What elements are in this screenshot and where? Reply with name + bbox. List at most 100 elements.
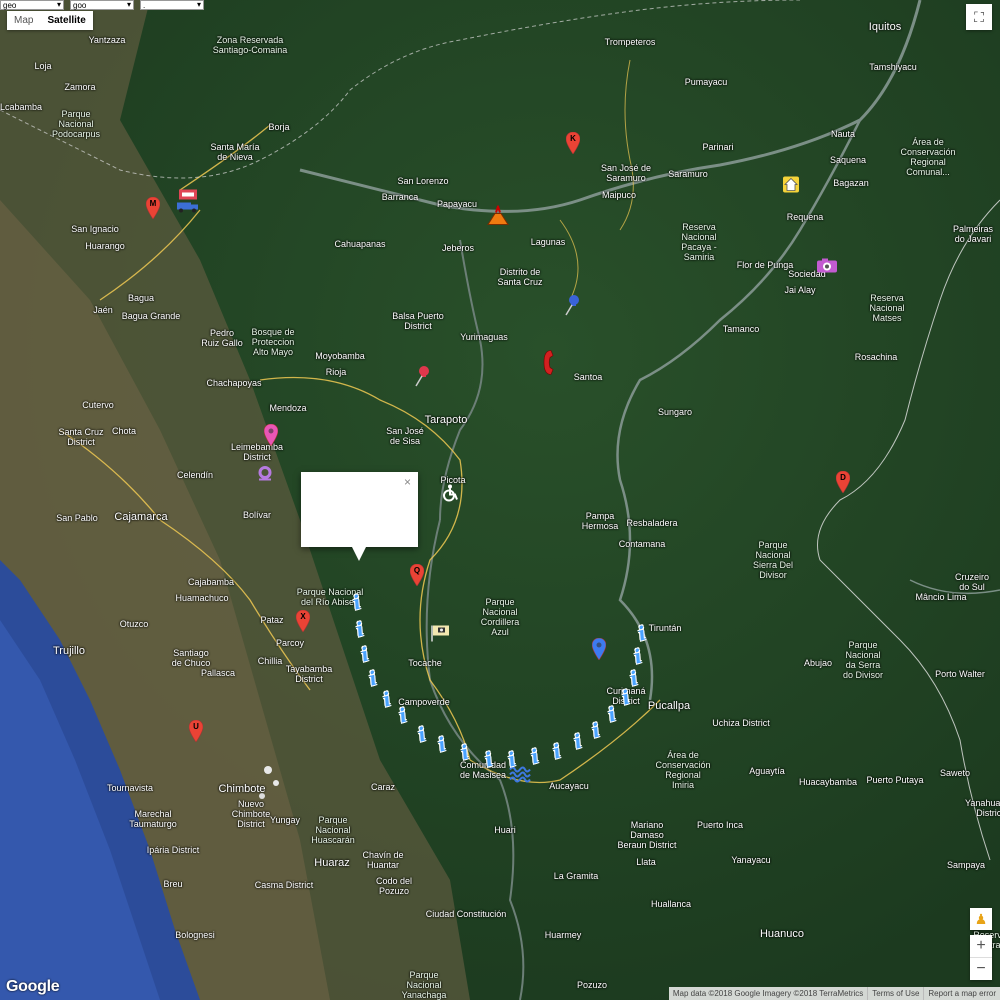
map-pin-marker[interactable]: U bbox=[188, 719, 204, 747]
place-label: Parque Nacional Yanachaga Chemillen bbox=[401, 970, 447, 1000]
info-window: × bbox=[301, 472, 418, 561]
camera-icon[interactable] bbox=[816, 258, 838, 279]
map-type-map-button[interactable]: Map bbox=[7, 11, 40, 30]
wheelchair-icon[interactable] bbox=[441, 484, 459, 507]
place-label: Jeberos bbox=[441, 243, 475, 253]
map-type-satellite-button[interactable]: Satellite bbox=[40, 11, 92, 30]
map-data-attribution: Map data ©2018 Google Imagery ©2018 Terr… bbox=[672, 989, 864, 998]
place-label: Área de Conservación Regional Imiria bbox=[655, 750, 711, 790]
marker-letter: D bbox=[840, 473, 846, 482]
place-label: Cutervo bbox=[82, 400, 114, 410]
place-label: Breu bbox=[163, 879, 183, 889]
place-label: Área de Conservación Regional Comunal... bbox=[900, 137, 956, 177]
place-label: Yungay bbox=[269, 815, 301, 825]
place-label: Pataz bbox=[260, 615, 284, 625]
place-label: Papayacu bbox=[436, 199, 478, 209]
map-pin-marker[interactable]: X bbox=[295, 609, 311, 637]
place-label: Bolognesi bbox=[175, 930, 215, 940]
place-label: Porto Walter bbox=[935, 669, 985, 679]
map-pin-marker[interactable] bbox=[591, 637, 607, 665]
place-label: Rioja bbox=[325, 367, 347, 377]
google-logo: Google bbox=[6, 978, 60, 995]
place-label: Tamanco bbox=[722, 324, 760, 334]
fullscreen-button[interactable]: ⛶ bbox=[966, 4, 992, 30]
place-label: Cahuapanas bbox=[334, 239, 386, 249]
volcano-icon[interactable] bbox=[486, 203, 510, 231]
select-goo[interactable]: goo bbox=[70, 0, 134, 10]
place-label: Pumayacu bbox=[684, 77, 728, 87]
place-label: Reserva Nacional Pacaya - Samiria bbox=[681, 222, 717, 262]
place-label: Sampaya bbox=[946, 860, 986, 870]
place-label: Jai Alay bbox=[784, 285, 816, 295]
street-view-button[interactable]: ♟ bbox=[970, 908, 992, 930]
place-label: Puerto Inca bbox=[696, 820, 744, 830]
map-canvas[interactable]: Yantzaza Loja Zamora Lcabamba Parque Naciona… bbox=[0, 0, 1000, 1000]
place-label: Saramuro bbox=[668, 169, 708, 179]
place-label: Santiago de Chuco bbox=[171, 648, 211, 668]
place-label: Resbaladera bbox=[626, 518, 678, 528]
place-label: Santa Cruz District bbox=[58, 427, 104, 447]
pushpin-marker[interactable] bbox=[563, 294, 581, 321]
map-pin-marker[interactable]: M bbox=[145, 196, 161, 224]
place-label: Casma District bbox=[254, 880, 314, 890]
photo-flag-icon[interactable] bbox=[430, 625, 452, 648]
truck-icon[interactable] bbox=[176, 188, 200, 219]
place-label: Huarango bbox=[85, 241, 125, 251]
marker-letter: Q bbox=[413, 566, 421, 575]
place-label: Otuzco bbox=[119, 619, 149, 629]
marker-letter: U bbox=[193, 722, 199, 731]
place-label: Saquena bbox=[829, 155, 867, 165]
place-label: Borja bbox=[268, 122, 290, 132]
place-label: Pedro Ruiz Gallo bbox=[201, 328, 243, 348]
info-window-close-button[interactable]: × bbox=[404, 475, 411, 489]
place-label: Nuevo Chimbote District bbox=[231, 799, 271, 829]
place-label: Abujao bbox=[803, 658, 833, 668]
place-label: Puerto Putaya bbox=[866, 775, 924, 785]
place-label: Ciudad Constitución bbox=[425, 909, 507, 919]
pushpin-marker[interactable] bbox=[413, 365, 431, 392]
place-label: Tayabamba District bbox=[285, 664, 333, 684]
place-label: Huaraz bbox=[314, 857, 350, 869]
place-label: Celendín bbox=[176, 470, 214, 480]
terms-of-use-link[interactable]: Terms of Use bbox=[867, 987, 923, 1000]
place-label: San José de Sisa bbox=[386, 426, 424, 446]
home-icon[interactable] bbox=[782, 176, 800, 199]
place-label: Saweto bbox=[939, 768, 971, 778]
place-label: Pampa Hermosa bbox=[581, 511, 619, 531]
place-label: Codo del Pozuzo bbox=[375, 876, 413, 896]
select-dot[interactable]: . bbox=[140, 0, 204, 10]
place-label: Moyobamba bbox=[315, 351, 365, 361]
place-label: Chota bbox=[111, 426, 137, 436]
place-label: Balsa Puerto District bbox=[392, 311, 444, 331]
select-geo[interactable]: geo bbox=[0, 0, 64, 10]
place-label: Jaén bbox=[93, 305, 113, 315]
place-label: Tarapoto bbox=[424, 414, 468, 426]
place-label: Chavín de Huantar bbox=[362, 850, 404, 870]
place-label: Loja bbox=[34, 61, 52, 71]
map-pin-marker[interactable]: D bbox=[835, 470, 851, 498]
map-pin-marker[interactable]: K bbox=[565, 131, 581, 159]
place-label: Parque Nacional Cordillera Azul bbox=[480, 597, 520, 637]
place-label: Cajabamba bbox=[187, 577, 235, 587]
place-label: Flor de Punga bbox=[736, 260, 794, 270]
place-label: Zona Reservada Santiago-Comaina bbox=[212, 35, 288, 55]
place-label: San Pablo bbox=[56, 513, 98, 523]
place-label: Parque Nacional Podocarpus bbox=[51, 109, 101, 139]
place-label: Tiruntán bbox=[648, 623, 682, 633]
report-map-error-link[interactable]: Report a map error bbox=[923, 987, 1000, 1000]
place-label: La Gramita bbox=[553, 871, 599, 881]
zoom-out-button[interactable]: − bbox=[970, 957, 992, 980]
attribution-bar: Map data ©2018 Google Imagery ©2018 Terr… bbox=[668, 987, 1000, 1000]
place-label: Yanayacu bbox=[731, 855, 771, 865]
phone-icon[interactable] bbox=[542, 350, 554, 381]
place-label: Maipuco bbox=[601, 190, 637, 200]
place-label: Distrito de Santa Cruz bbox=[497, 267, 543, 287]
zoom-in-button[interactable]: + bbox=[970, 935, 992, 957]
map-pin-marker[interactable]: Q bbox=[409, 563, 425, 591]
marker-letter: K bbox=[570, 134, 576, 143]
search-pin-icon[interactable] bbox=[256, 465, 274, 488]
map-pin-marker[interactable] bbox=[263, 423, 279, 451]
place-label: Pucallpa bbox=[647, 700, 691, 712]
place-label: Marechal Taumaturgo bbox=[129, 809, 177, 829]
fullscreen-icon: ⛶ bbox=[974, 9, 984, 25]
